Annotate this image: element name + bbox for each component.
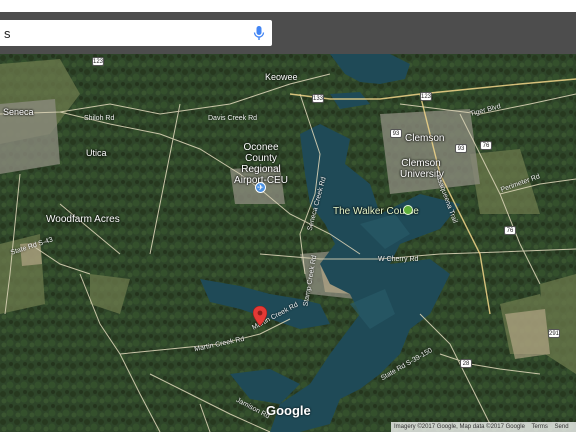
route-shield: 123 — [420, 92, 432, 101]
road-label-davis-creek: Davis Creek Rd — [208, 115, 258, 122]
route-shield: 291 — [548, 329, 560, 338]
search-input[interactable] — [0, 20, 240, 46]
route-shield: 76 — [480, 141, 492, 150]
route-shield: 76 — [504, 226, 516, 235]
place-label-keowee: Keowee — [265, 72, 298, 82]
route-shield: 28 — [460, 359, 472, 368]
search-box[interactable] — [0, 20, 272, 46]
google-logo: Google — [266, 403, 311, 418]
attribution-text: Imagery ©2017 Google, Map data ©2017 Goo… — [394, 424, 525, 430]
top-strip — [0, 0, 576, 12]
terms-link[interactable]: Terms — [532, 424, 548, 430]
route-shield: 93 — [390, 129, 402, 138]
road-label-shiloh: Shiloh Rd — [84, 115, 115, 122]
send-feedback-link[interactable]: Send — [555, 424, 569, 430]
microphone-icon[interactable] — [250, 24, 268, 42]
golf-course-icon[interactable] — [403, 205, 413, 215]
route-shield: 93 — [455, 144, 467, 153]
place-label-airport: Oconee County Regional Airport-CEU — [234, 142, 288, 186]
place-label-clemson: Clemson — [405, 133, 445, 144]
place-label-woodfarm-acres: Woodfarm Acres — [46, 214, 120, 225]
route-shield: 123 — [92, 57, 104, 66]
place-label-seneca: Seneca — [3, 107, 34, 117]
route-shield: 133 — [312, 94, 324, 103]
map-pin-icon[interactable] — [253, 306, 267, 326]
road-label-w-cherry: W Cherry Rd — [378, 256, 419, 263]
map-view[interactable]: Keowee Seneca Utica Woodfarm Acres Ocone… — [0, 54, 576, 432]
place-label-utica: Utica — [86, 148, 107, 158]
airport-icon[interactable]: ✈ — [255, 182, 266, 193]
map-attribution: Imagery ©2017 Google, Map data ©2017 Goo… — [391, 422, 576, 432]
